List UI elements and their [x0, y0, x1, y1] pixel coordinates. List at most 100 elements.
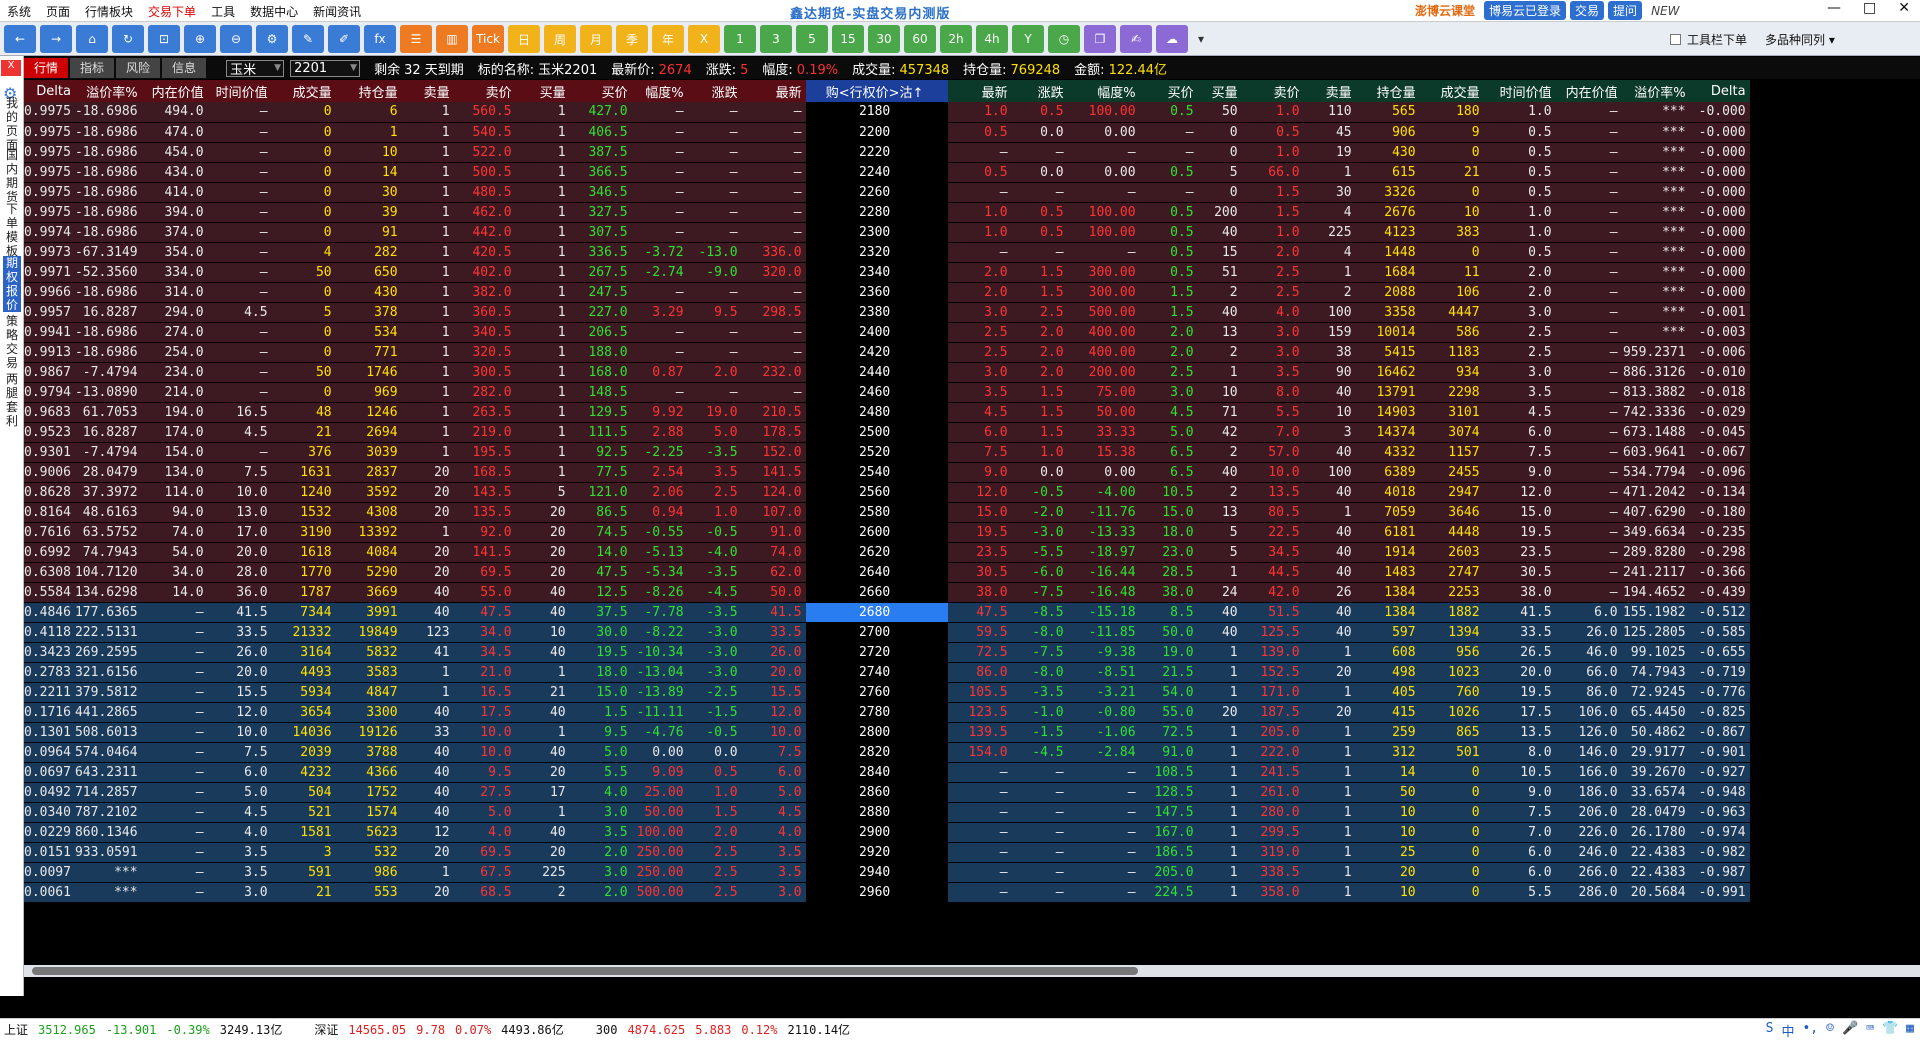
call-cell[interactable]: 41.5: [741, 602, 806, 623]
call-cell[interactable]: 314.0: [141, 282, 208, 303]
put-cell[interactable]: -0.512: [1689, 602, 1750, 623]
call-cell[interactable]: –: [207, 102, 272, 123]
call-cell[interactable]: 9.92: [631, 402, 688, 423]
help-button[interactable]: 提问: [1608, 1, 1643, 20]
put-cell[interactable]: 14: [1355, 762, 1420, 783]
strike-cell[interactable]: 2680: [805, 602, 948, 623]
put-cell[interactable]: 300.00: [1067, 282, 1140, 303]
put-cell[interactable]: 1.0: [1241, 102, 1304, 123]
put-cell[interactable]: 1384: [1355, 602, 1420, 623]
call-cell[interactable]: 17.5: [453, 702, 516, 723]
trade-button[interactable]: 交易: [1570, 1, 1605, 20]
put-cell[interactable]: 45: [1303, 122, 1356, 143]
put-cell[interactable]: -0.825: [1689, 702, 1750, 723]
call-cell[interactable]: 1: [515, 342, 570, 363]
put-cell[interactable]: –: [947, 762, 1012, 783]
table-row[interactable]: 0.1716 441.2865–12.0 3654 3300 40 17.5 40 1.5 -1…: [24, 702, 1750, 723]
horizontal-scrollbar[interactable]: [24, 965, 1920, 977]
call-cell[interactable]: 21: [271, 882, 336, 903]
call-cell[interactable]: 0.9973: [24, 242, 75, 263]
call-cell[interactable]: 534: [335, 322, 402, 343]
put-cell[interactable]: 29.9177: [1621, 742, 1690, 763]
put-cell[interactable]: -11.76: [1067, 502, 1140, 523]
put-cell[interactable]: 1483: [1355, 562, 1420, 583]
fx-icon[interactable]: fx: [364, 25, 396, 53]
strike-cell[interactable]: 2780: [805, 702, 948, 723]
put-cell[interactable]: 80.5: [1241, 502, 1304, 523]
call-cell[interactable]: 3583: [335, 662, 402, 683]
call-cell[interactable]: 4366: [335, 762, 402, 783]
call-cell[interactable]: –: [207, 322, 272, 343]
call-cell[interactable]: -18.6986: [74, 222, 142, 243]
draw-icon[interactable]: ✍: [1120, 25, 1152, 53]
call-cell[interactable]: 494.0: [141, 102, 208, 123]
call-cell[interactable]: 553: [335, 882, 402, 903]
sidebar-item[interactable]: 期权报价: [3, 256, 21, 312]
call-cell[interactable]: 168.0: [569, 362, 632, 383]
table-row[interactable]: 0.9523 16.8287 174.0 4.5 21 2694 1 219.0 1 111.5 2…: [24, 422, 1750, 443]
call-column-header[interactable]: 最新: [741, 80, 806, 102]
put-cell[interactable]: –: [1011, 882, 1068, 903]
strike-cell[interactable]: 2300: [805, 222, 948, 243]
put-cell[interactable]: 358.0: [1241, 882, 1304, 903]
call-cell[interactable]: 2.5: [687, 862, 742, 883]
call-cell[interactable]: 100.00: [631, 822, 688, 843]
strike-cell[interactable]: 2340: [805, 262, 948, 283]
put-cell[interactable]: 100.00: [1067, 102, 1140, 123]
put-cell[interactable]: –: [1555, 502, 1622, 523]
call-cell[interactable]: 5.0: [207, 782, 272, 803]
call-cell[interactable]: 12.5: [569, 582, 632, 603]
call-cell[interactable]: 4: [271, 242, 336, 263]
call-cell[interactable]: 92.0: [453, 522, 516, 543]
put-cell[interactable]: 2: [1303, 282, 1356, 303]
put-cell[interactable]: 0: [1419, 822, 1484, 843]
call-cell[interactable]: -3.0: [687, 622, 742, 643]
put-cell[interactable]: –: [1067, 822, 1140, 843]
call-cell[interactable]: 188.0: [569, 342, 632, 363]
call-cell[interactable]: 327.5: [569, 202, 632, 223]
table-row[interactable]: 0.9973 -67.3149 354.0–4 282 1 420.5 1 336.5 -3.7…: [24, 242, 1750, 263]
put-column-header[interactable]: 卖价: [1241, 80, 1304, 102]
put-cell[interactable]: 673.1488: [1621, 422, 1690, 443]
call-cell[interactable]: -2.25: [631, 442, 688, 463]
call-cell[interactable]: 168.5: [453, 462, 516, 483]
call-cell[interactable]: 15.5: [741, 682, 806, 703]
call-cell[interactable]: 0.0097: [24, 862, 75, 883]
call-cell[interactable]: 3.0: [569, 862, 632, 883]
call-cell[interactable]: 1: [401, 322, 454, 343]
put-cell[interactable]: -0.134: [1689, 482, 1750, 503]
call-column-header[interactable]: 成交量: [271, 80, 336, 102]
call-cell[interactable]: 1: [401, 402, 454, 423]
put-cell[interactable]: ***: [1621, 122, 1690, 143]
call-cell[interactable]: 232.0: [741, 362, 806, 383]
call-cell[interactable]: 40: [515, 742, 570, 763]
strike-cell[interactable]: 2940: [805, 862, 948, 883]
put-cell[interactable]: 11: [1419, 262, 1484, 283]
call-cell[interactable]: 5.0: [687, 422, 742, 443]
strike-cell[interactable]: 2960: [805, 882, 948, 903]
put-cell[interactable]: 0: [1419, 842, 1484, 863]
put-cell[interactable]: 139.5: [947, 722, 1012, 743]
table-row[interactable]: 0.2783 321.6156–20.0 4493 3583 1 21.0 1 18.0 -13…: [24, 662, 1750, 683]
put-cell[interactable]: 9.0: [1483, 782, 1556, 803]
put-cell[interactable]: 934: [1419, 362, 1484, 383]
put-cell[interactable]: –: [1011, 822, 1068, 843]
call-cell[interactable]: –: [207, 262, 272, 283]
call-cell[interactable]: 3190: [271, 522, 336, 543]
put-cell[interactable]: 615: [1355, 162, 1420, 183]
call-cell[interactable]: –: [687, 382, 742, 403]
call-cell[interactable]: -8.22: [631, 622, 688, 643]
call-cell[interactable]: 3.5: [741, 842, 806, 863]
call-cell[interactable]: 18.0: [569, 662, 632, 683]
put-cell[interactable]: 1684: [1355, 262, 1420, 283]
put-cell[interactable]: 0.5: [1483, 182, 1556, 203]
put-cell[interactable]: 72.9245: [1621, 682, 1690, 703]
put-cell[interactable]: -0.439: [1689, 582, 1750, 603]
put-cell[interactable]: 1: [1303, 262, 1356, 283]
call-cell[interactable]: 1574: [335, 802, 402, 823]
call-cell[interactable]: –: [207, 122, 272, 143]
call-cell[interactable]: 4.0: [569, 782, 632, 803]
put-cell[interactable]: 1448: [1355, 242, 1420, 263]
call-cell[interactable]: 1: [515, 322, 570, 343]
put-cell[interactable]: 205.0: [1241, 722, 1304, 743]
